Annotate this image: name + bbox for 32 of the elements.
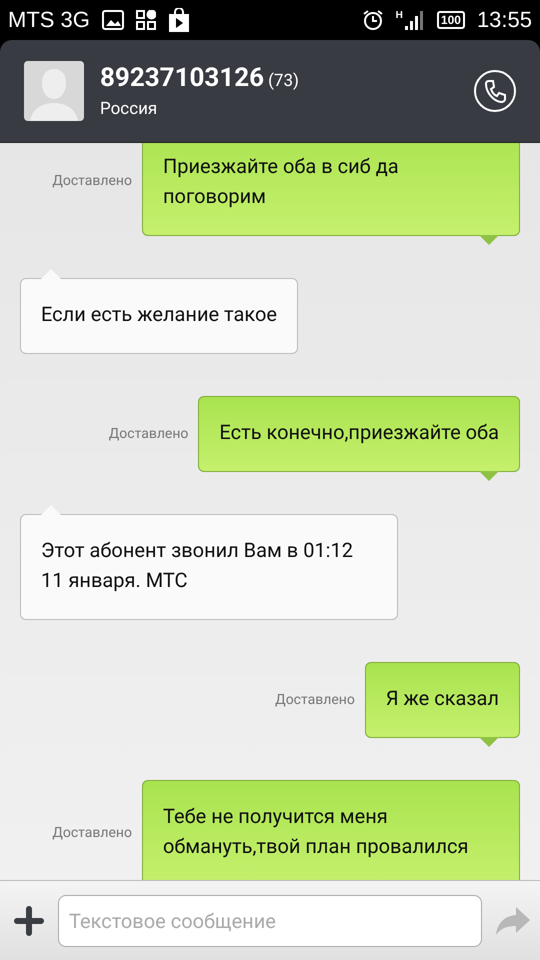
shopping-bag-icon <box>168 8 190 32</box>
avatar-placeholder-icon <box>24 61 84 121</box>
delivery-status: Доставлено <box>52 825 132 841</box>
battery-level: 100 <box>436 11 465 29</box>
message-count: (73) <box>268 71 299 91</box>
call-button[interactable] <box>474 70 516 112</box>
network-type: H <box>396 10 403 21</box>
delivery-status: Доставлено <box>52 172 132 188</box>
clock-time: 13:55 <box>476 7 532 33</box>
carrier-name: MTS 3G <box>8 7 90 33</box>
message-text: Этот абонент звонил Вам в 01:12 11 января. МТС <box>41 537 354 594</box>
message-text: Я же сказал <box>386 685 499 712</box>
message-text: Приезжайте оба в сиб да поговорим <box>163 153 400 210</box>
signal-icon <box>404 10 425 30</box>
bubble-tail <box>479 235 499 245</box>
contact-number: 89237103126 <box>100 63 264 93</box>
delivery-status: Доставлено <box>108 426 188 442</box>
send-arrow-icon <box>496 906 530 934</box>
message-text: Если есть желание такое <box>41 301 278 328</box>
bubble-tail <box>479 471 499 481</box>
message-input[interactable]: Текстовое сообщение <box>58 894 482 946</box>
contact-region: Россия <box>100 99 158 119</box>
phone-icon <box>484 79 506 103</box>
bubble-tail <box>479 737 499 747</box>
message-text: Есть конечно,приезжайте оба <box>219 419 499 446</box>
plus-icon <box>14 906 44 936</box>
image-icon <box>102 10 124 30</box>
alarm-clock-icon <box>362 9 384 31</box>
apps-icon <box>136 10 156 30</box>
message-text: Тебе не получится меня обмануть,твой план провалился <box>163 803 470 860</box>
attach-button[interactable] <box>14 906 44 936</box>
delivery-status: Доставлено <box>275 692 355 708</box>
